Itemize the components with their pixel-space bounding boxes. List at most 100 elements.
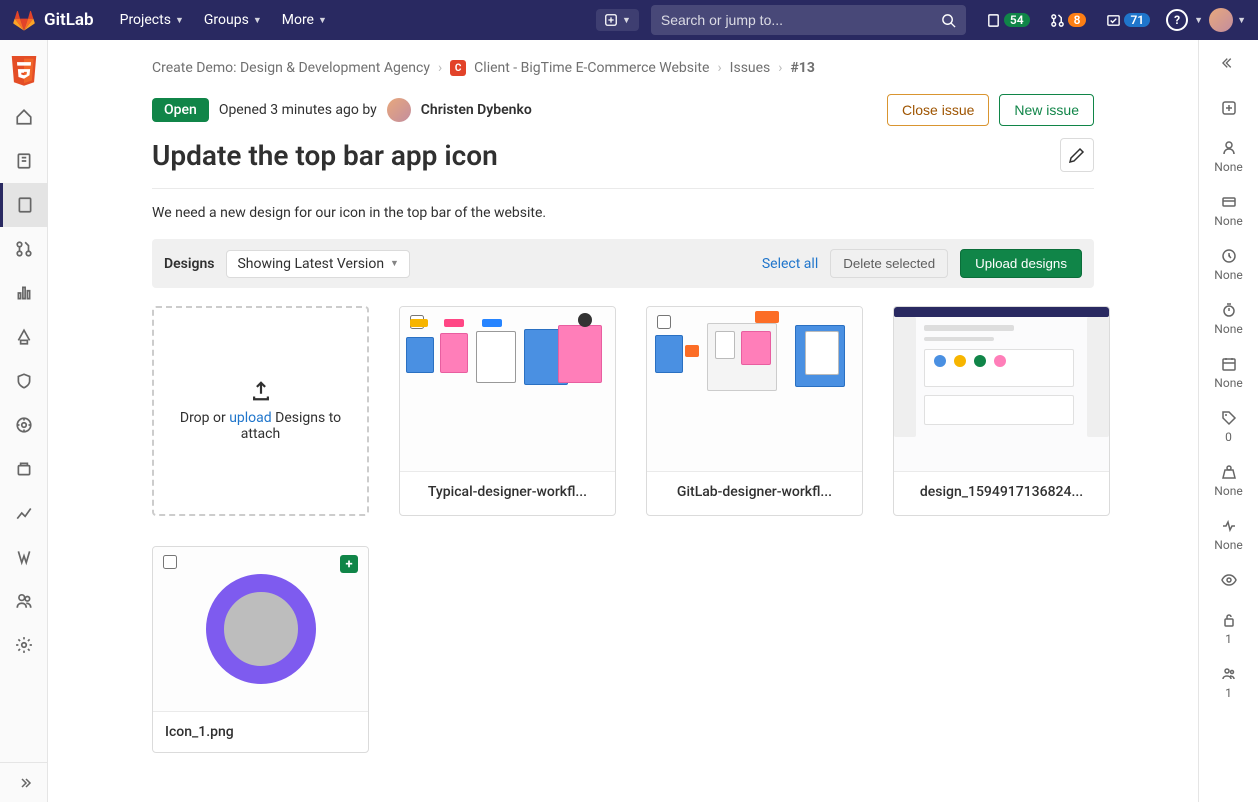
nav-repository[interactable] [0,139,48,183]
nav-more[interactable]: More▼ [274,6,335,34]
design-card[interactable]: + Icon_1.png [152,546,369,753]
nav-ci-cd[interactable] [0,315,48,359]
sidebar-due-date[interactable]: None [1199,346,1258,400]
sidebar-milestone[interactable]: None [1199,238,1258,292]
sidebar-lock[interactable]: 1 [1199,602,1258,656]
designs-toolbar: Designs Showing Latest Version ▼ Select … [152,239,1094,288]
design-thumbnail [206,574,316,684]
merge-request-icon [1050,13,1065,28]
design-thumbnail [400,307,615,471]
project-icon: C [450,60,466,76]
search-box[interactable] [651,5,966,35]
breadcrumb: Create Demo: Design & Development Agency… [152,60,1094,76]
sidebar-time-tracking[interactable]: None [1199,292,1258,346]
chevron-down-icon: ▼ [318,15,327,26]
designs-grid: Drop or upload Designs to attach [152,306,1094,753]
chevron-left-icon [1222,56,1236,70]
chevron-down-icon: ▼ [390,258,399,269]
design-dropzone[interactable]: Drop or upload Designs to attach [152,306,369,516]
nav-charts[interactable] [0,491,48,535]
search-input[interactable] [661,12,941,28]
merge-requests-counter[interactable]: 8 [1044,10,1093,31]
close-issue-button[interactable]: Close issue [887,94,989,126]
weight-icon [1221,464,1237,480]
design-card[interactable]: GitLab-designer-workfl... [646,306,863,516]
plus-square-icon [1221,100,1237,116]
collapse-right-sidebar-button[interactable] [1214,48,1244,82]
upload-link[interactable]: upload [229,410,271,426]
design-filename: design_1594917136824... [894,471,1109,512]
status-badge: Open [152,98,209,122]
clock-icon [1221,248,1237,264]
nav-project-home[interactable] [0,95,48,139]
new-dropdown-button[interactable]: ▼ [596,9,639,31]
design-filename: Icon_1.png [153,711,368,752]
users-icon [1221,666,1237,682]
chevron-down-icon: ▼ [175,15,184,26]
design-checkbox[interactable] [163,555,177,569]
author-avatar[interactable] [387,98,411,122]
design-filename: Typical-designer-workfl... [400,471,615,512]
nav-packages[interactable] [0,447,48,491]
todo-icon [1106,13,1121,28]
brand-name[interactable]: GitLab [44,10,94,30]
new-design-badge: + [340,555,358,573]
new-issue-button[interactable]: New issue [999,94,1094,126]
breadcrumb-issue-id: #13 [791,60,815,76]
sidebar-health[interactable]: None [1199,508,1258,562]
design-card[interactable]: design_1594917136824... [893,306,1110,516]
breadcrumb-issues[interactable]: Issues [730,60,771,76]
gitlab-logo-icon[interactable] [12,8,36,32]
upload-icon [250,380,272,402]
health-icon [1221,518,1237,534]
breadcrumb-project[interactable]: Client - BigTime E-Commerce Website [474,60,709,76]
issue-description: We need a new design for our icon in the… [152,205,1094,221]
designs-label: Designs [164,256,214,272]
top-nav-menu: Projects▼ Groups▼ More▼ [112,6,335,34]
label-icon [1221,410,1237,426]
pencil-icon [1069,147,1085,163]
html5-icon [10,56,38,88]
opened-text: Opened 3 minutes ago by [219,102,377,118]
upload-designs-button[interactable]: Upload designs [960,249,1082,278]
sidebar-epic[interactable]: None [1199,184,1258,238]
nav-analytics[interactable] [0,271,48,315]
nav-wiki[interactable] [0,535,48,579]
collapse-sidebar-button[interactable] [0,762,47,802]
user-avatar[interactable] [1209,8,1233,32]
issue-title: Update the top bar app icon [152,139,498,172]
nav-projects[interactable]: Projects▼ [112,6,192,34]
search-icon [941,13,956,28]
sidebar-participants[interactable]: 1 [1199,656,1258,710]
chevron-down-icon: ▼ [1237,15,1246,26]
edit-title-button[interactable] [1060,138,1094,172]
select-all-link[interactable]: Select all [762,256,818,272]
todos-counter[interactable]: 71 [1100,10,1156,31]
nav-security[interactable] [0,359,48,403]
sidebar-confidentiality[interactable] [1199,562,1258,602]
sidebar-labels[interactable]: 0 [1199,400,1258,454]
nav-settings[interactable] [0,623,48,667]
right-sidebar: None None None None None 0 None None [1198,40,1258,802]
chevron-down-icon: ▼ [1194,15,1203,26]
sidebar-weight[interactable]: None [1199,454,1258,508]
issues-counter[interactable]: 54 [980,10,1036,31]
nav-issues[interactable] [0,183,48,227]
design-card[interactable]: Typical-designer-workfl... [399,306,616,516]
help-button[interactable]: ? [1166,9,1188,31]
sidebar-add-todo[interactable] [1199,90,1258,130]
project-avatar[interactable] [9,54,39,89]
design-filename: GitLab-designer-workfl... [647,471,862,512]
sidebar-assignee[interactable]: None [1199,130,1258,184]
nav-merge-requests[interactable] [0,227,48,271]
version-selector[interactable]: Showing Latest Version ▼ [226,250,409,278]
left-sidebar [0,40,48,802]
delete-selected-button[interactable]: Delete selected [830,249,948,278]
main-content: Create Demo: Design & Development Agency… [48,40,1198,802]
nav-operations[interactable] [0,403,48,447]
author-name[interactable]: Christen Dybenko [421,102,532,118]
breadcrumb-group[interactable]: Create Demo: Design & Development Agency [152,60,430,76]
nav-members[interactable] [0,579,48,623]
calendar-icon [1221,356,1237,372]
nav-groups[interactable]: Groups▼ [196,6,270,34]
